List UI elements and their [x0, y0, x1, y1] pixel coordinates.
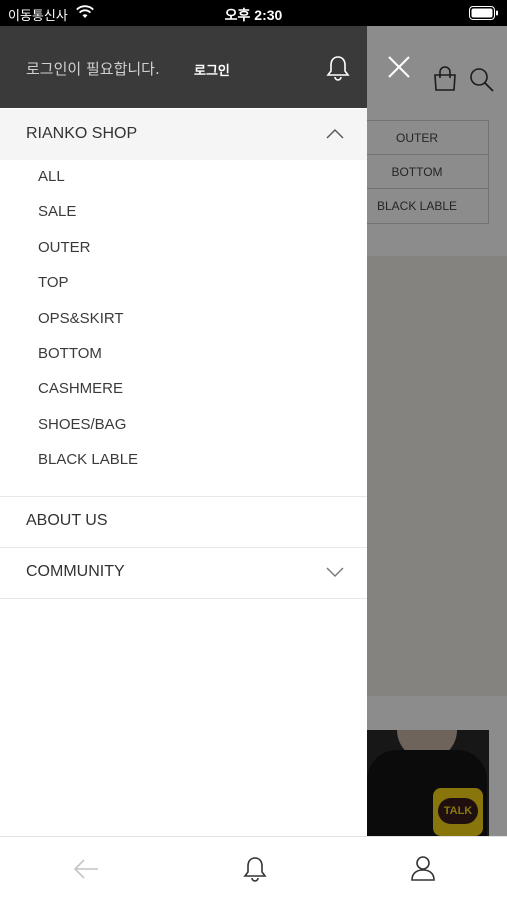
chevron-down-icon: [326, 565, 344, 583]
login-required-message: 로그인이 필요합니다.: [26, 60, 160, 78]
divider: [0, 598, 367, 599]
category-item-black-lable[interactable]: BLACK LABLE: [38, 451, 138, 468]
drawer-header: 로그인이 필요합니다. 로그인: [0, 26, 367, 108]
category-item-cashmere[interactable]: CASHMERE: [38, 380, 123, 397]
community-label: COMMUNITY: [26, 563, 125, 580]
category-item-shoes-bag[interactable]: SHOES/BAG: [38, 416, 126, 433]
bell-icon[interactable]: [242, 854, 268, 889]
category-item-sale[interactable]: SALE: [38, 203, 76, 220]
side-drawer: 로그인이 필요합니다. 로그인 RIANKO SHOP ALL SALE OUT…: [0, 26, 367, 836]
battery-icon: [469, 6, 499, 23]
back-arrow-icon[interactable]: [72, 856, 100, 887]
bottom-nav: [0, 836, 507, 900]
category-item-bottom[interactable]: BOTTOM: [38, 345, 102, 362]
wifi-icon: [76, 5, 94, 22]
carrier-label: 이동통신사: [8, 9, 68, 24]
shop-section-title: RIANKO SHOP: [26, 125, 138, 142]
bell-icon[interactable]: [325, 54, 351, 87]
login-button[interactable]: 로그인: [194, 60, 230, 79]
user-icon[interactable]: [410, 854, 436, 887]
category-item-outer[interactable]: OUTER: [38, 239, 91, 256]
close-icon[interactable]: [386, 54, 412, 80]
category-item-ops-skirt[interactable]: OPS&SKIRT: [38, 310, 124, 327]
chevron-up-icon: [326, 127, 344, 145]
shop-section-header[interactable]: RIANKO SHOP: [0, 109, 367, 160]
status-bar: 이동통신사 오후 2:30: [0, 0, 507, 26]
community-section-header[interactable]: COMMUNITY: [0, 547, 367, 598]
category-item-top[interactable]: TOP: [38, 274, 69, 291]
about-us-label: ABOUT US: [26, 512, 108, 529]
category-item-all[interactable]: ALL: [38, 168, 65, 185]
about-us-item[interactable]: ABOUT US: [0, 496, 367, 547]
